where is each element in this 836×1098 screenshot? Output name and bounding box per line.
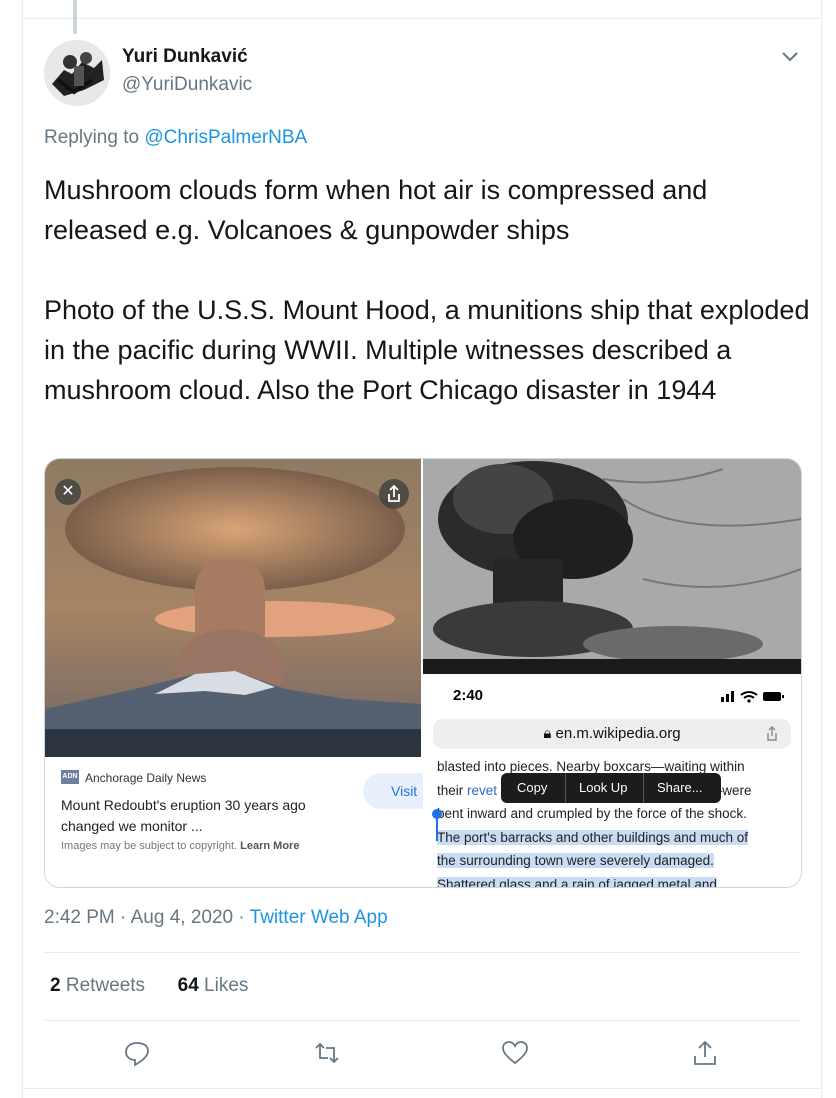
status-clock: 2:40	[453, 687, 484, 704]
menu-copy[interactable]: Copy	[517, 780, 547, 795]
tweet-app[interactable]: Twitter Web App	[250, 907, 388, 928]
tweet-date[interactable]: Aug 4, 2020	[131, 907, 233, 928]
reply-prefix: Replying to	[44, 127, 145, 148]
share-tweet-icon[interactable]	[690, 1038, 720, 1068]
media-image-right[interactable]: 2:40 🔒︎ en.m.wikipedia.org blasted into …	[423, 459, 801, 887]
selected-text: the surrounding town were severely damag…	[437, 853, 714, 868]
avatar[interactable]	[44, 40, 110, 106]
wiki-line-selected: The port's barracks and other buildings …	[437, 826, 787, 850]
retweet-icon[interactable]	[312, 1038, 342, 1068]
copyright-text: Images may be subject to copyright.	[61, 840, 238, 852]
likes-count: 64	[177, 975, 199, 996]
source-logo: ADN	[61, 770, 79, 784]
meta-separator: ·	[120, 907, 127, 928]
reply-icon[interactable]	[122, 1038, 152, 1068]
selection-caret	[436, 815, 438, 841]
divider	[44, 1020, 800, 1021]
wiki-link[interactable]: revet	[467, 783, 497, 798]
tweet-stats: 2 Retweets 64 Likes	[50, 975, 248, 997]
menu-divider	[565, 773, 566, 803]
lock-icon: 🔒︎	[543, 725, 556, 742]
article-title[interactable]: Mount Redoubt's eruption 30 years ago ch…	[61, 795, 341, 837]
tweet-text: Mushroom clouds form when hot air is com…	[44, 170, 814, 410]
media-container[interactable]: ✕ ADN Anchorage Daily News Mount Redoubt…	[44, 458, 802, 888]
divider	[22, 1088, 820, 1089]
chevron-down-icon[interactable]	[778, 44, 802, 68]
share-icon[interactable]	[379, 479, 409, 509]
url-value: en.m.wikipedia.org	[555, 725, 681, 742]
selected-text: The port's barracks and other buildings …	[437, 829, 749, 845]
menu-lookup[interactable]: Look Up	[579, 780, 627, 795]
status-icons	[721, 691, 784, 703]
close-icon[interactable]: ✕	[55, 479, 81, 505]
selected-text: Shattered glass and a rain of jagged met…	[437, 876, 717, 887]
context-menu: Copy Look Up Share...	[501, 773, 721, 803]
tweet-paragraph-1: Mushroom clouds form when hot air is com…	[44, 175, 708, 245]
likes-stat[interactable]: 64 Likes	[178, 975, 249, 996]
meta-separator: ·	[238, 907, 245, 928]
retweets-label: Retweets	[65, 975, 146, 996]
tweet-time[interactable]: 2:42 PM	[44, 907, 115, 928]
copyright-note: Images may be subject to copyright. Lear…	[61, 840, 299, 852]
source-name: Anchorage Daily News	[85, 771, 207, 785]
divider	[22, 18, 820, 19]
share-icon[interactable]	[763, 725, 781, 743]
url-text: 🔒︎ en.m.wikipedia.org	[433, 725, 791, 742]
likes-label: Likes	[204, 975, 249, 996]
wiki-text-fragment: their	[437, 782, 468, 798]
reply-to-link[interactable]: @ChrisPalmerNBA	[144, 127, 307, 148]
wiki-line-selected: the surrounding town were severely damag…	[437, 849, 787, 873]
tweet-paragraph-2: Photo of the U.S.S. Mount Hood, a muniti…	[44, 295, 810, 405]
divider	[44, 952, 800, 953]
media-image-left[interactable]: ✕ ADN Anchorage Daily News Mount Redoubt…	[45, 459, 453, 887]
menu-share[interactable]: Share...	[657, 780, 703, 795]
action-bar	[44, 1038, 800, 1070]
retweets-count: 2	[50, 975, 61, 996]
url-bar[interactable]: 🔒︎ en.m.wikipedia.org	[433, 719, 791, 749]
tweet-meta: 2:42 PM · Aug 4, 2020 · Twitter Web App	[44, 907, 388, 929]
thread-line	[73, 0, 77, 34]
retweets-stat[interactable]: 2 Retweets	[50, 975, 145, 996]
learn-more-link[interactable]: Learn More	[240, 840, 299, 852]
author-handle[interactable]: @YuriDunkavic	[122, 74, 252, 96]
wiki-line-selected: Shattered glass and a rain of jagged met…	[437, 873, 787, 887]
reply-context: Replying to @ChrisPalmerNBA	[44, 127, 307, 149]
wiki-line: bent inward and crumpled by the force of…	[437, 806, 747, 821]
menu-divider	[643, 773, 644, 803]
author-name[interactable]: Yuri Dunkavić	[122, 46, 248, 68]
like-icon[interactable]	[500, 1038, 530, 1068]
